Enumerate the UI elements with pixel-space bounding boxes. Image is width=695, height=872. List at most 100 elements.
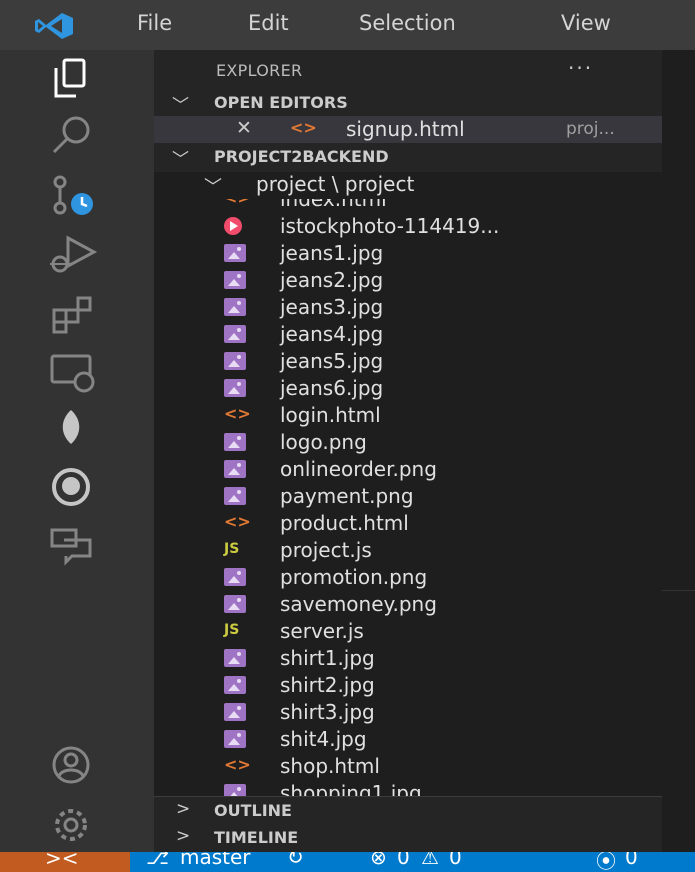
file-item[interactable]: jeans1.jpg (154, 240, 662, 267)
ports-count[interactable]: 0 (625, 852, 638, 869)
image-file-icon (224, 649, 246, 667)
file-item[interactable]: jeans5.jpg (154, 348, 662, 375)
file-name: jeans1.jpg (280, 241, 384, 265)
image-file-icon (224, 487, 246, 505)
menu-selection[interactable]: Selection (359, 11, 456, 35)
file-tree: <> index.html istockphoto-114419... jeans1.… (154, 199, 662, 797)
file-name: index.html (280, 199, 387, 211)
file-name: product.html (280, 511, 409, 535)
github-icon[interactable] (42, 464, 100, 510)
timeline-title: TIMELINE (214, 828, 299, 847)
chevron-down-icon: ﹀ (204, 177, 222, 198)
file-item[interactable]: savemoney.png (154, 591, 662, 618)
status-bar: >< ⎇ master ↻ ⊗ 0 ⚠ 0 ⦿ 0 (0, 852, 695, 872)
file-name: jeans4.jpg (280, 322, 384, 346)
file-item[interactable]: JS project.js (154, 537, 662, 564)
source-control-icon[interactable] (42, 172, 100, 218)
explorer-sidebar: EXPLORER ··· ﹀ OPEN EDITORS ✕ <> signup.… (154, 50, 662, 852)
file-item[interactable]: <> product.html (154, 510, 662, 537)
explorer-header: EXPLORER ··· (154, 50, 662, 90)
branch-icon: ⎇ (146, 852, 170, 869)
open-editors-header[interactable]: ﹀ OPEN EDITORS (154, 90, 662, 117)
image-file-icon (224, 352, 246, 370)
chevron-down-icon: ﹀ (172, 96, 189, 116)
file-name: jeans6.jpg (280, 376, 384, 400)
close-icon[interactable]: ✕ (236, 117, 252, 139)
image-file-icon (224, 325, 246, 343)
warning-count[interactable]: 0 (449, 852, 462, 869)
file-name: login.html (280, 403, 381, 427)
image-file-icon (224, 460, 246, 478)
image-file-icon (224, 568, 246, 586)
file-name: savemoney.png (280, 592, 437, 616)
html-file-icon: <> (224, 199, 251, 207)
file-name: project.js (280, 538, 372, 562)
file-name: server.js (280, 619, 364, 643)
project-header[interactable]: ﹀ PROJECT2BACKEND (154, 144, 662, 171)
chevron-down-icon: ﹀ (172, 150, 189, 170)
image-file-icon (224, 676, 246, 694)
menu-edit[interactable]: Edit (248, 11, 289, 35)
explorer-title: EXPLORER (216, 61, 303, 80)
explorer-icon[interactable] (42, 56, 100, 102)
file-item[interactable]: jeans2.jpg (154, 267, 662, 294)
file-item[interactable]: <> login.html (154, 402, 662, 429)
folder-item[interactable]: ﹀ project \ project (154, 172, 662, 199)
account-icon[interactable] (42, 742, 100, 788)
timeline-header[interactable]: > TIMELINE (154, 825, 662, 852)
folder-name: project \ project (256, 172, 415, 196)
file-item[interactable]: jeans4.jpg (154, 321, 662, 348)
file-name: shirt2.jpg (280, 673, 375, 697)
extensions-icon[interactable] (42, 290, 100, 336)
file-item[interactable]: promotion.png (154, 564, 662, 591)
file-item[interactable]: <> index.html (154, 199, 662, 213)
file-name: shirt3.jpg (280, 700, 375, 724)
js-file-icon: JS (224, 541, 240, 557)
settings-gear-icon[interactable] (42, 802, 100, 848)
file-item[interactable]: shirt3.jpg (154, 699, 662, 726)
open-editor-item[interactable]: ✕ <> signup.html proj... (154, 116, 662, 143)
file-item[interactable]: <> shop.html (154, 753, 662, 780)
remote-explorer-icon[interactable] (42, 348, 100, 394)
error-icon: ⊗ (370, 852, 387, 869)
file-item[interactable]: logo.png (154, 429, 662, 456)
js-file-icon: JS (224, 622, 240, 638)
comments-icon[interactable] (42, 522, 100, 568)
file-item[interactable]: jeans3.jpg (154, 294, 662, 321)
search-icon[interactable] (42, 112, 100, 158)
menu-file[interactable]: File (137, 11, 172, 35)
image-file-icon (224, 730, 246, 748)
file-item[interactable]: shit4.jpg (154, 726, 662, 753)
file-item[interactable]: payment.png (154, 483, 662, 510)
branch-name[interactable]: master (180, 852, 251, 869)
file-item[interactable]: istockphoto-114419... (154, 213, 662, 240)
image-file-icon (224, 244, 246, 262)
image-file-icon (224, 433, 246, 451)
menu-view[interactable]: View (561, 11, 611, 35)
file-item[interactable]: shirt2.jpg (154, 672, 662, 699)
file-item[interactable]: shopping1.jpg (154, 780, 662, 797)
file-name: istockphoto-114419... (280, 214, 500, 238)
remote-indicator-button[interactable]: >< (0, 852, 130, 872)
html-file-icon: <> (224, 512, 251, 531)
section-divider (154, 796, 662, 797)
file-name: promotion.png (280, 565, 428, 589)
run-debug-icon[interactable] (42, 230, 100, 276)
file-name: jeans3.jpg (280, 295, 384, 319)
mongodb-leaf-icon[interactable] (42, 404, 100, 450)
activity-bar (0, 50, 154, 852)
sync-icon[interactable]: ↻ (287, 852, 304, 869)
file-name: shirt1.jpg (280, 646, 375, 670)
file-name: jeans5.jpg (280, 349, 384, 373)
error-count[interactable]: 0 (397, 852, 410, 869)
file-item[interactable]: JS server.js (154, 618, 662, 645)
open-editor-filename: signup.html (346, 117, 465, 141)
outline-header[interactable]: > OUTLINE (154, 798, 662, 825)
video-file-icon (224, 217, 242, 235)
more-actions-icon[interactable]: ··· (568, 56, 593, 80)
file-item[interactable]: onlineorder.png (154, 456, 662, 483)
file-name: logo.png (280, 430, 367, 454)
file-item[interactable]: shirt1.jpg (154, 645, 662, 672)
file-item[interactable]: jeans6.jpg (154, 375, 662, 402)
editor-divider (662, 590, 695, 591)
